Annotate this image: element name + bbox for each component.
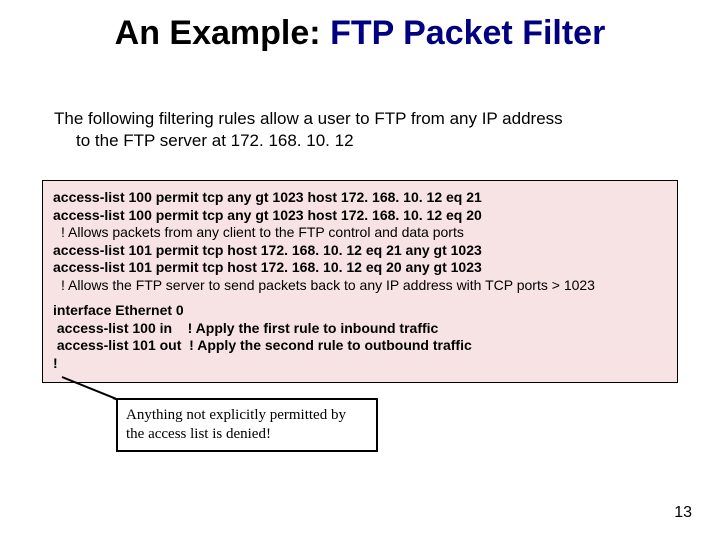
title-part-1: An Example: — [115, 14, 321, 52]
code-line: access-list 101 permit tcp host 172. 168… — [53, 242, 667, 260]
acl-code-box: access-list 100 permit tcp any gt 1023 h… — [42, 180, 678, 383]
code-line: access-list 101 permit tcp host 172. 168… — [53, 259, 667, 277]
intro-line-2: to the FTP server at 172. 168. 10. 12 — [54, 130, 666, 152]
title-part-2: FTP Packet Filter — [330, 14, 605, 52]
code-line: ! — [53, 355, 667, 373]
intro-text: The following filtering rules allow a us… — [54, 108, 666, 152]
deny-note-box: Anything not explicitly permitted by the… — [116, 398, 378, 452]
code-line: access-list 101 out ! Apply the second r… — [53, 337, 667, 355]
code-line: access-list 100 permit tcp any gt 1023 h… — [53, 207, 667, 225]
code-line: interface Ethernet 0 — [53, 302, 667, 320]
deny-note-text: Anything not explicitly permitted by the… — [126, 407, 346, 442]
slide-title: An Example: FTP Packet Filter — [0, 14, 720, 53]
page-number: 13 — [674, 504, 692, 522]
spacer — [53, 294, 667, 302]
intro-line-1: The following filtering rules allow a us… — [54, 109, 563, 128]
slide: An Example: FTP Packet Filter The follow… — [0, 0, 720, 540]
code-comment: ! Allows packets from any client to the … — [53, 224, 667, 242]
code-line: access-list 100 in ! Apply the first rul… — [53, 320, 667, 338]
code-comment: ! Allows the FTP server to send packets … — [53, 277, 667, 295]
code-line: access-list 100 permit tcp any gt 1023 h… — [53, 189, 667, 207]
